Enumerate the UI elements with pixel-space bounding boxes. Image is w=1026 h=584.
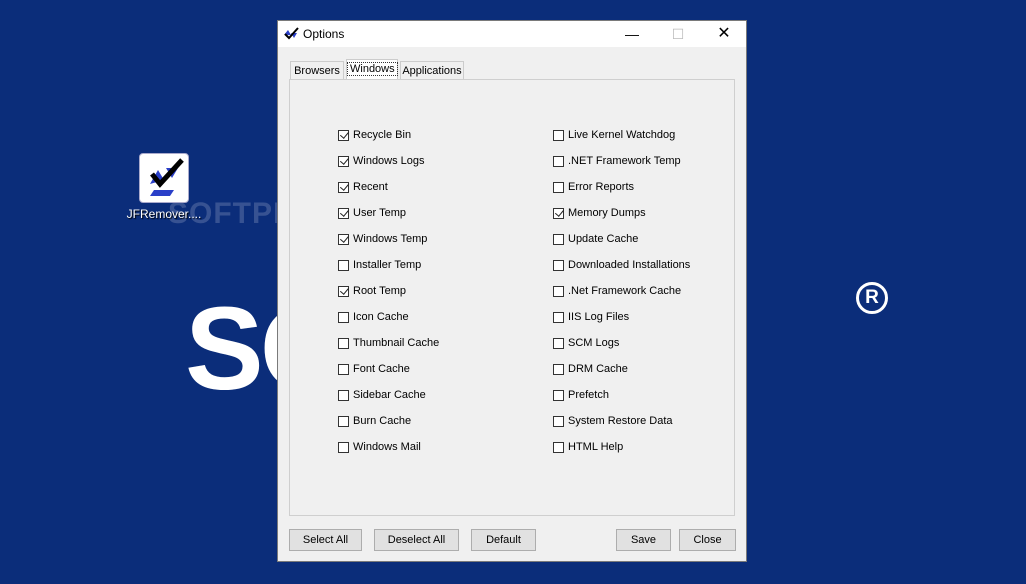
checkbox[interactable]: [338, 311, 349, 323]
checkbox-option[interactable]: Installer Temp: [338, 257, 421, 273]
checkbox-option[interactable]: Recent: [338, 179, 388, 195]
checkbox-label: Font Cache: [353, 363, 410, 375]
checkbox[interactable]: [338, 441, 349, 453]
checkbox-option[interactable]: Memory Dumps: [553, 205, 646, 221]
close-button[interactable]: Close: [679, 529, 736, 551]
default-button[interactable]: Default: [471, 529, 536, 551]
checkbox-label: Windows Logs: [353, 155, 425, 167]
checkbox-option[interactable]: Windows Temp: [338, 231, 427, 247]
checkbox-option[interactable]: Font Cache: [338, 361, 410, 377]
windows-options-panel: Recycle Bin Windows Logs Recent User Temp Wi…: [289, 79, 735, 516]
checkbox-label: Windows Mail: [353, 441, 421, 453]
checkbox-option[interactable]: Live Kernel Watchdog: [553, 127, 675, 143]
close-window-button[interactable]: ✕: [701, 21, 747, 47]
checkbox[interactable]: [553, 129, 564, 141]
checkbox-option[interactable]: Error Reports: [553, 179, 634, 195]
checkbox-label: User Temp: [353, 207, 406, 219]
tab-windows[interactable]: Windows: [346, 59, 398, 79]
checkbox-label: Thumbnail Cache: [353, 337, 440, 349]
checkbox[interactable]: [338, 415, 349, 427]
checkbox[interactable]: [553, 181, 564, 193]
desktop-shortcut-jfremover[interactable]: JFRemover....: [126, 153, 202, 221]
checkbox[interactable]: [338, 259, 349, 271]
checkbox[interactable]: [553, 311, 564, 323]
checkbox-label: IIS Log Files: [568, 311, 630, 323]
checkbox-option[interactable]: Windows Logs: [338, 153, 425, 169]
checkbox[interactable]: [553, 389, 564, 401]
checkbox-option[interactable]: Sidebar Cache: [338, 387, 426, 403]
title-bar[interactable]: Options — ☐ ✕: [278, 21, 746, 47]
save-button[interactable]: Save: [616, 529, 671, 551]
checkbox[interactable]: [338, 155, 349, 167]
checkbox-label: SCM Logs: [568, 337, 620, 349]
checkbox-label: Update Cache: [568, 233, 639, 245]
checkbox[interactable]: [338, 389, 349, 401]
deselect-all-button[interactable]: Deselect All: [374, 529, 459, 551]
checkbox[interactable]: [338, 129, 349, 141]
checkbox-option[interactable]: IIS Log Files: [553, 309, 629, 325]
checkbox-label: Live Kernel Watchdog: [568, 129, 676, 141]
checkbox-label: DRM Cache: [568, 363, 628, 375]
checkbox-label: Recycle Bin: [353, 129, 412, 141]
checkbox-label: Downloaded Installations: [568, 259, 691, 271]
checkbox-option[interactable]: Recycle Bin: [338, 127, 411, 143]
checkbox-label: Memory Dumps: [568, 207, 646, 219]
checkbox[interactable]: [338, 233, 349, 245]
app-icon: [283, 27, 299, 46]
tab-windows-label: Windows: [347, 62, 398, 76]
registered-mark: R: [856, 282, 888, 314]
checkbox-label: System Restore Data: [568, 415, 673, 427]
checkbox[interactable]: [553, 155, 564, 167]
checkbox-label: Prefetch: [568, 389, 609, 401]
checkbox-option[interactable]: Burn Cache: [338, 413, 411, 429]
checkbox[interactable]: [338, 181, 349, 193]
checkbox-option[interactable]: System Restore Data: [553, 413, 673, 429]
checkbox-option[interactable]: SCM Logs: [553, 335, 619, 351]
checkbox-label: Root Temp: [353, 285, 406, 297]
checkbox[interactable]: [338, 207, 349, 219]
checkbox-option[interactable]: Update Cache: [553, 231, 638, 247]
checkbox-option[interactable]: Icon Cache: [338, 309, 409, 325]
checkbox[interactable]: [553, 363, 564, 375]
checkbox-option[interactable]: Downloaded Installations: [553, 257, 690, 273]
checkbox[interactable]: [338, 337, 349, 349]
tab-browsers[interactable]: Browsers: [290, 61, 344, 79]
checkbox[interactable]: [553, 207, 564, 219]
window-title: Options: [303, 27, 345, 41]
desktop-shortcut-label: JFRemover....: [126, 207, 202, 221]
checkbox[interactable]: [338, 363, 349, 375]
checkbox-option[interactable]: Windows Mail: [338, 439, 421, 455]
checkbox-option[interactable]: HTML Help: [553, 439, 623, 455]
checkbox-option[interactable]: DRM Cache: [553, 361, 628, 377]
minimize-button[interactable]: —: [609, 21, 655, 47]
checkbox-option[interactable]: Thumbnail Cache: [338, 335, 439, 351]
tab-applications[interactable]: Applications: [400, 61, 464, 79]
checkbox-label: .Net Framework Cache: [568, 285, 682, 297]
options-window: Options — ☐ ✕ Browsers Windows Applicati…: [277, 20, 747, 562]
checkbox-label: Icon Cache: [353, 311, 409, 323]
checkbox[interactable]: [553, 337, 564, 349]
checkbox-label: Sidebar Cache: [353, 389, 426, 401]
checkbox[interactable]: [553, 415, 564, 427]
checkbox-label: .NET Framework Temp: [568, 155, 681, 167]
checkbox-label: Burn Cache: [353, 415, 412, 427]
checkbox-label: Installer Temp: [353, 259, 422, 271]
checkbox-label: HTML Help: [568, 441, 624, 453]
checkbox[interactable]: [338, 285, 349, 297]
maximize-button[interactable]: ☐: [655, 21, 701, 47]
recycle-check-icon: [139, 153, 189, 203]
checkbox[interactable]: [553, 259, 564, 271]
select-all-button[interactable]: Select All: [289, 529, 362, 551]
checkbox-label: Recent: [353, 181, 388, 193]
checkbox-label: Error Reports: [568, 181, 635, 193]
checkbox-label: Windows Temp: [353, 233, 428, 245]
checkbox[interactable]: [553, 285, 564, 297]
checkbox-option[interactable]: Root Temp: [338, 283, 406, 299]
checkbox-option[interactable]: Prefetch: [553, 387, 609, 403]
checkbox-option[interactable]: User Temp: [338, 205, 406, 221]
checkbox-option[interactable]: .Net Framework Cache: [553, 283, 681, 299]
checkbox-option[interactable]: .NET Framework Temp: [553, 153, 681, 169]
checkbox[interactable]: [553, 441, 564, 453]
checkbox[interactable]: [553, 233, 564, 245]
